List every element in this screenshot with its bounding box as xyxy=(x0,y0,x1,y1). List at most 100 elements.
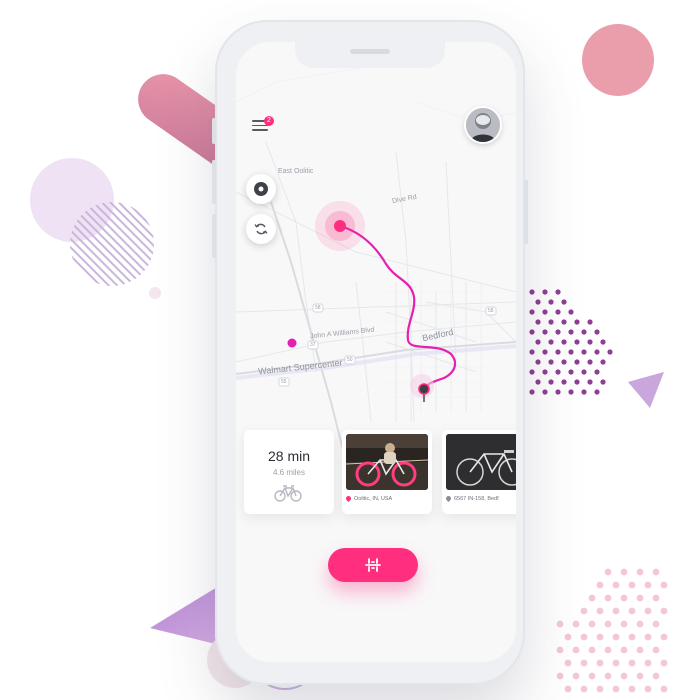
place-location: Oolitic, IN, USA xyxy=(344,495,393,503)
deco-dot xyxy=(636,568,644,576)
deco-dot xyxy=(628,685,636,693)
deco-dot xyxy=(652,672,660,680)
deco-dot xyxy=(580,633,588,641)
deco-dot xyxy=(612,685,620,693)
deco-dot xyxy=(628,659,636,667)
trip-summary-card[interactable]: 28 min 4.6 miles xyxy=(244,430,334,514)
deco-dot xyxy=(652,594,660,602)
deco-circle-pink xyxy=(582,24,654,96)
deco-dot xyxy=(594,389,600,395)
deco-triangle-small xyxy=(628,372,664,408)
deco-dot xyxy=(574,339,580,345)
trip-time: 28 min xyxy=(267,448,311,464)
deco-dot xyxy=(555,369,561,375)
navigation-icon xyxy=(254,182,268,196)
deco-dot xyxy=(535,379,541,385)
deco-dot xyxy=(568,369,574,375)
deco-dot xyxy=(561,319,567,325)
map-label-east-oolitic: East Oolitic xyxy=(278,168,314,175)
deco-dot xyxy=(580,607,588,615)
deco-dot xyxy=(580,685,588,693)
deco-dot xyxy=(548,379,554,385)
deco-dot xyxy=(612,581,620,589)
deco-dot xyxy=(568,389,574,395)
scan-button[interactable] xyxy=(328,548,418,582)
deco-dot xyxy=(555,389,561,395)
destination-marker xyxy=(418,383,430,395)
deco-dot xyxy=(580,659,588,667)
road-shield-label: 58 xyxy=(488,308,494,314)
deco-dot xyxy=(652,620,660,628)
deco-dot xyxy=(555,349,561,355)
deco-dot xyxy=(529,329,535,335)
deco-dots-pink xyxy=(556,568,668,693)
app-screen: East Oolitic Dive Rd John A Williams Blv… xyxy=(236,42,516,662)
trip-distance: 4.6 miles xyxy=(272,468,305,477)
deco-dot xyxy=(588,646,596,654)
notification-badge: 2 xyxy=(264,116,274,126)
deco-dot xyxy=(587,319,593,325)
refresh-button[interactable] xyxy=(246,214,276,244)
deco-dot xyxy=(604,646,612,654)
deco-dot xyxy=(660,581,668,589)
deco-dot xyxy=(596,607,604,615)
deco-dot xyxy=(604,568,612,576)
deco-dot xyxy=(620,672,628,680)
deco-dot xyxy=(542,389,548,395)
deco-dot xyxy=(529,309,535,315)
deco-dot xyxy=(529,369,535,375)
deco-dot xyxy=(548,359,554,365)
deco-dot xyxy=(561,359,567,365)
deco-dot xyxy=(587,359,593,365)
deco-stripe-circle xyxy=(70,202,154,286)
deco-dot xyxy=(588,594,596,602)
avatar[interactable] xyxy=(464,106,502,144)
deco-dot xyxy=(561,299,567,305)
deco-dot xyxy=(568,349,574,355)
deco-dot xyxy=(574,379,580,385)
deco-dot xyxy=(596,633,604,641)
deco-dot xyxy=(652,646,660,654)
deco-dot xyxy=(556,672,564,680)
deco-dot xyxy=(555,289,561,295)
deco-dot xyxy=(620,568,628,576)
deco-dot xyxy=(581,369,587,375)
place-card[interactable]: Oolitic, IN, USA xyxy=(342,430,432,514)
deco-dot xyxy=(660,659,668,667)
avatar-image xyxy=(466,108,500,142)
poi-marker xyxy=(287,338,297,348)
deco-dot xyxy=(628,607,636,615)
road-shield-label: 37 xyxy=(310,342,316,348)
road-shield-label: 50 xyxy=(347,357,353,363)
deco-dot xyxy=(587,379,593,385)
deco-dot xyxy=(556,620,564,628)
deco-dot xyxy=(561,339,567,345)
deco-dot xyxy=(574,359,580,365)
navigate-button[interactable] xyxy=(246,174,276,204)
deco-dot xyxy=(644,659,652,667)
location-pin-icon xyxy=(444,495,453,503)
deco-dot xyxy=(636,646,644,654)
deco-dot xyxy=(542,289,548,295)
deco-dot xyxy=(588,672,596,680)
deco-dot xyxy=(581,389,587,395)
place-label: Oolitic, IN, USA xyxy=(354,496,393,502)
place-card[interactable]: 6567 IN-158, Bedf xyxy=(442,430,516,514)
deco-dot xyxy=(548,299,554,305)
phone-side-button xyxy=(212,214,216,258)
deco-dot xyxy=(572,620,580,628)
phone-side-button xyxy=(212,160,216,204)
bicycle-icon xyxy=(274,485,302,502)
deco-dot xyxy=(604,594,612,602)
deco-dot xyxy=(529,289,535,295)
deco-dot xyxy=(529,389,535,395)
deco-dot xyxy=(574,319,580,325)
deco-dot xyxy=(628,633,636,641)
deco-dot xyxy=(612,659,620,667)
deco-dot xyxy=(612,633,620,641)
deco-dot xyxy=(568,309,574,315)
deco-dot xyxy=(564,685,572,693)
place-photo xyxy=(446,434,516,490)
deco-dot xyxy=(542,329,548,335)
deco-dot xyxy=(542,309,548,315)
